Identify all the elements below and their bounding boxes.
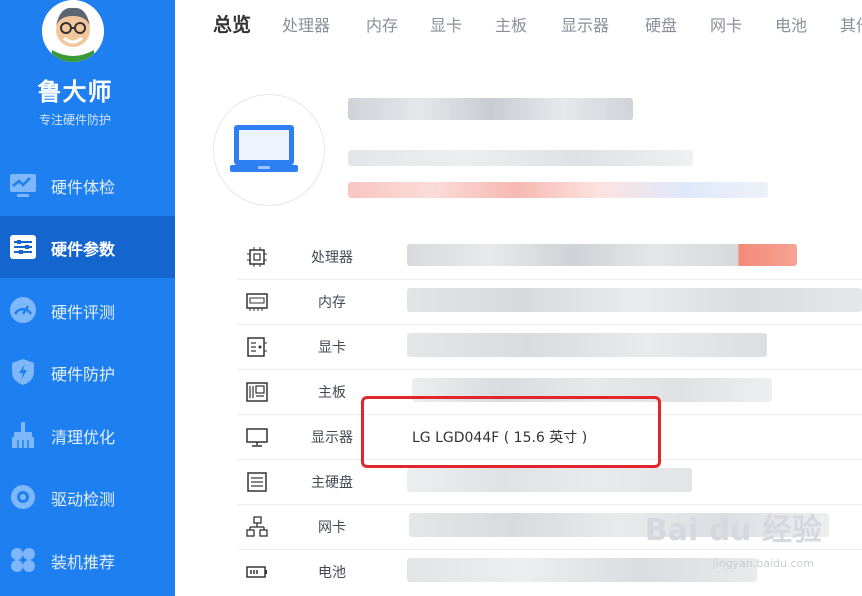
avatar bbox=[42, 0, 104, 62]
watermark-logo: Bai du 经验 bbox=[644, 513, 822, 548]
monitor-check-icon bbox=[10, 174, 36, 197]
tab-memory[interactable]: 内存 bbox=[366, 12, 398, 36]
cpu-icon bbox=[247, 247, 267, 267]
sidebar-item-label: 驱动检测 bbox=[51, 490, 116, 509]
gear-icon bbox=[11, 485, 35, 509]
device-name-redacted bbox=[348, 98, 633, 120]
shield-icon bbox=[12, 359, 34, 385]
sidebar-item-hardware-params[interactable]: 硬件参数 bbox=[0, 216, 175, 278]
motherboard-icon bbox=[246, 382, 268, 402]
sidebar-item-label: 硬件参数 bbox=[51, 240, 116, 259]
tab-other[interactable]: 其他 bbox=[840, 12, 862, 36]
sidebar-item-label: 硬件体检 bbox=[51, 178, 116, 197]
sidebar-item-clean-optimize[interactable]: 清理优化 bbox=[0, 404, 175, 466]
sidebar-item-hardware-check[interactable]: 硬件体检 bbox=[0, 154, 175, 216]
sidebar-item-hardware-protect[interactable]: 硬件防护 bbox=[0, 341, 175, 403]
sidebar-item-build-recommend[interactable]: 装机推荐 bbox=[0, 529, 175, 591]
memory-icon bbox=[246, 293, 268, 311]
row-label: 网卡 bbox=[318, 520, 346, 536]
battery-icon bbox=[246, 566, 267, 578]
hardware-row-battery[interactable]: 电池 bbox=[237, 549, 862, 594]
row-label: 主硬盘 bbox=[311, 475, 353, 491]
sidebar-item-driver-check[interactable]: 驱动检测 bbox=[0, 466, 175, 528]
cpu-value-redacted bbox=[407, 244, 797, 266]
sidebar: 鲁大师 专注硬件防护 硬件体检 硬件参数 硬件评测 硬件防护 清理优化 驱动检测… bbox=[0, 0, 175, 596]
tab-graphics[interactable]: 显卡 bbox=[430, 12, 462, 36]
broom-icon bbox=[12, 422, 34, 448]
tab-monitor[interactable]: 显示器 bbox=[561, 12, 609, 36]
tab-motherboard[interactable]: 主板 bbox=[495, 12, 527, 36]
row-label: 处理器 bbox=[311, 250, 353, 266]
hard-disk-icon bbox=[247, 472, 267, 492]
brand-slogan: 专注硬件防护 bbox=[38, 113, 111, 127]
laptop-icon bbox=[230, 125, 298, 172]
hardware-row-memory[interactable]: 内存 bbox=[237, 279, 862, 325]
tab-disk[interactable]: 硬盘 bbox=[645, 12, 677, 36]
row-label: 显卡 bbox=[318, 340, 346, 356]
row-label: 主板 bbox=[318, 385, 346, 401]
device-image bbox=[213, 94, 325, 206]
sliders-icon bbox=[10, 235, 36, 259]
sidebar-item-label: 装机推荐 bbox=[51, 553, 116, 572]
memory-value-redacted bbox=[407, 288, 862, 312]
tab-cpu[interactable]: 处理器 bbox=[282, 12, 330, 36]
brand-name: 鲁大师 bbox=[37, 78, 113, 106]
tab-network[interactable]: 网卡 bbox=[710, 12, 742, 36]
sidebar-item-label: 硬件评测 bbox=[51, 303, 116, 322]
tab-overview[interactable]: 总览 bbox=[213, 10, 251, 37]
row-label: 内存 bbox=[318, 295, 346, 311]
hardware-row-cpu[interactable]: 处理器 bbox=[237, 234, 862, 280]
highlight-annotation bbox=[361, 396, 661, 468]
puzzle-icon bbox=[11, 548, 35, 572]
row-label: 显示器 bbox=[311, 430, 353, 446]
sidebar-item-label: 硬件防护 bbox=[51, 365, 116, 384]
battery-value-redacted bbox=[407, 558, 757, 582]
watermark-url: jingyan.baidu.com bbox=[712, 557, 814, 570]
row-label: 电池 bbox=[318, 565, 346, 581]
device-link-redacted bbox=[348, 182, 768, 198]
monitor-icon bbox=[246, 428, 268, 447]
tab-battery[interactable]: 电池 bbox=[775, 12, 807, 36]
sidebar-item-hardware-benchmark[interactable]: 硬件评测 bbox=[0, 279, 175, 341]
graphics-value-redacted bbox=[407, 333, 767, 357]
disk-value-redacted bbox=[407, 468, 692, 492]
hardware-row-graphics[interactable]: 显卡 bbox=[237, 324, 862, 370]
sidebar-item-label: 清理优化 bbox=[51, 428, 116, 447]
gauge-icon bbox=[10, 297, 36, 323]
device-info-redacted bbox=[348, 150, 693, 166]
network-icon bbox=[246, 516, 268, 537]
graphics-card-icon bbox=[247, 337, 267, 357]
